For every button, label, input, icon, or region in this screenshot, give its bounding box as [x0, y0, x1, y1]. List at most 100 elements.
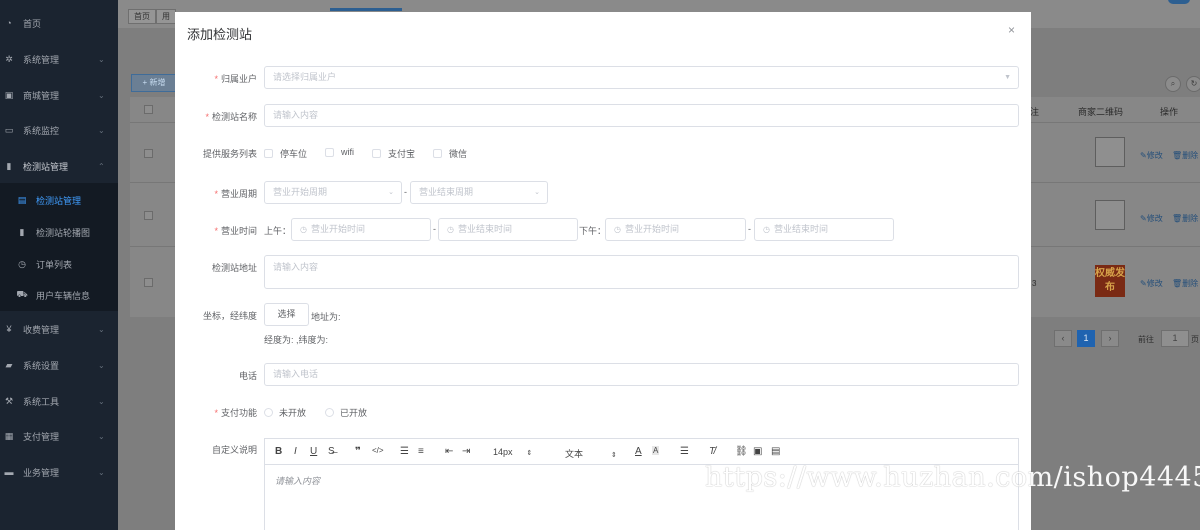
italic-icon[interactable]: I [294, 446, 297, 457]
am-start-time-input[interactable]: ◷ 营业开始时间 [291, 218, 431, 241]
sidebar-item-vehicles[interactable]: ⛟ 用户车辆信息 [0, 279, 118, 311]
sidebar-item-business[interactable]: ▬ 业务管理 ⌄ [0, 455, 118, 489]
chevron-down-icon: ⌄ [98, 91, 105, 100]
tab-user[interactable]: 用户 [156, 9, 176, 24]
payment-radio-open[interactable]: 已开放 [325, 406, 367, 419]
pay-icon: ▦ [4, 430, 14, 441]
sidebar-item-home[interactable]: ◔ 首页 [0, 6, 118, 40]
pm-end-time-input[interactable]: ◷ 营业结束时间 [754, 218, 894, 241]
row-checkbox[interactable] [144, 149, 153, 158]
bold-icon[interactable]: B [275, 446, 282, 457]
owner-select[interactable]: 请选择归属业户 ▼ [264, 66, 1019, 89]
close-icon[interactable]: × [1008, 23, 1015, 37]
link-icon[interactable]: ⛓ [735, 446, 748, 457]
row-checkbox[interactable] [144, 211, 153, 220]
code-icon[interactable]: </> [372, 446, 384, 455]
am-end-time-input[interactable]: ◷ 营业结束时间 [438, 218, 578, 241]
edit-link[interactable]: ✎修改 [1140, 150, 1163, 161]
font-size-select[interactable]: 14px ⇕ [493, 447, 532, 457]
font-color-icon[interactable]: A [635, 446, 642, 457]
sidebar-item-system[interactable]: ✲ 系统管理 ⌄ [0, 42, 118, 76]
pagination-next[interactable]: › [1101, 330, 1119, 347]
phone-input[interactable]: 请输入电话 [264, 363, 1019, 386]
address-textarea[interactable]: 请输入内容 [264, 255, 1019, 289]
station-name-input[interactable]: 请输入内容 [264, 104, 1019, 127]
tool-icon: ⚒ [4, 395, 14, 406]
row-partial-value: 3 [1032, 279, 1037, 288]
pagination-page-1[interactable]: 1 [1077, 330, 1095, 347]
pagination-prev[interactable]: ‹ [1054, 330, 1072, 347]
clock-icon: ◷ [447, 225, 454, 234]
edit-link[interactable]: ✎修改 [1140, 278, 1163, 289]
lnglat-display: 经度为: ,纬度为: [264, 335, 329, 345]
column-header-partial: 注 [1030, 107, 1040, 117]
sidebar-item-orders[interactable]: ◷ 订单列表 [0, 247, 118, 281]
pagination-goto-label: 前往 [1138, 335, 1154, 344]
delete-link[interactable]: 🗑删除 [1172, 150, 1198, 161]
outdent-icon[interactable]: ⇤ [445, 446, 453, 457]
avatar[interactable] [1168, 0, 1190, 4]
hours-separator: - [748, 224, 751, 234]
qr-code-image: 权威发布 [1095, 265, 1125, 297]
dialog-title: 添加检测站 [187, 27, 253, 42]
shop-icon: ▣ [4, 89, 14, 100]
underline-icon[interactable]: U [310, 446, 317, 457]
sidebar-item-station-manage[interactable]: ▤ 检测站管理 [0, 183, 118, 217]
chevron-down-icon: ⌄ [98, 126, 105, 135]
service-checkbox-alipay[interactable]: 支付宝 [372, 147, 415, 160]
delete-link[interactable]: 🗑删除 [1172, 278, 1198, 289]
service-checkbox-wechat[interactable]: 微信 [433, 147, 467, 160]
period-start-select[interactable]: 营业开始周期 ⌄ [264, 181, 402, 204]
sidebar-item-station-carousel[interactable]: ▮ 检测站轮播图 [0, 215, 118, 249]
sidebar-item-tools[interactable]: ⚒ 系统工具 ⌄ [0, 384, 118, 418]
pagination-goto-input[interactable]: 1 [1161, 330, 1189, 347]
address-display: 地址为: [311, 312, 341, 322]
clock-icon: ◷ [300, 225, 307, 234]
strikethrough-icon[interactable]: S̶ [328, 446, 335, 457]
select-all-checkbox[interactable] [144, 105, 153, 114]
sidebar-item-shop[interactable]: ▣ 商城管理 ⌄ [0, 78, 118, 112]
monitor-icon: ▭ [4, 124, 14, 135]
add-button[interactable]: + 新增 [131, 74, 177, 92]
service-checkbox-parking[interactable]: 停车位 [264, 147, 307, 160]
gear-icon: ✲ [5, 53, 13, 64]
ordered-list-icon[interactable]: ☰ [400, 446, 409, 457]
bullet-list-icon[interactable]: ≡ [418, 446, 424, 457]
chevron-down-icon: ⌄ [388, 189, 394, 196]
period-end-select[interactable]: 营业结束周期 ⌄ [410, 181, 548, 204]
column-header-qr: 商家二维码 [1078, 107, 1124, 117]
hours-label: * 营业时间 [214, 226, 257, 236]
sidebar-item-settings[interactable]: ▰ 系统设置 ⌄ [0, 348, 118, 382]
column-header-ops: 操作 [1160, 107, 1179, 117]
chevron-down-icon: ▼ [1004, 74, 1011, 81]
sidebar-item-station[interactable]: ▮ 检测站管理 ⌃ [0, 149, 118, 183]
pm-start-time-input[interactable]: ◷ 营业开始时间 [605, 218, 746, 241]
delete-link[interactable]: 🗑删除 [1172, 213, 1198, 224]
tab-home[interactable]: 首页 [128, 9, 156, 24]
editor-placeholder: 请输入内容 [275, 476, 321, 486]
text-style-select[interactable]: 文本 ⇕ [565, 447, 617, 460]
background-color-icon[interactable]: A [652, 446, 660, 455]
chevron-up-icon: ⌃ [98, 162, 105, 171]
indent-icon[interactable]: ⇥ [462, 446, 470, 457]
choose-location-button[interactable]: 选择 [264, 303, 309, 326]
active-tab-indicator [330, 8, 402, 11]
search-icon[interactable]: ⌕ [1165, 76, 1181, 92]
sidebar-item-payment[interactable]: ▦ 支付管理 ⌄ [0, 419, 118, 453]
chevron-down-icon: ⌄ [98, 361, 105, 370]
image-icon[interactable]: ▣ [753, 446, 762, 457]
row-checkbox[interactable] [144, 278, 153, 287]
edit-link[interactable]: ✎修改 [1140, 213, 1163, 224]
service-checkbox-wifi[interactable]: wifi [325, 147, 354, 157]
pagination-page-suffix: 页 [1191, 335, 1199, 344]
sidebar-item-fees[interactable]: ¥ 收费管理 ⌄ [0, 312, 118, 346]
chevron-down-icon: ⌄ [98, 397, 105, 406]
payment-radio-closed[interactable]: 未开放 [264, 406, 306, 419]
sidebar-item-monitor[interactable]: ▭ 系统监控 ⌄ [0, 113, 118, 147]
video-icon[interactable]: ▤ [771, 446, 780, 457]
align-icon[interactable]: ☰ [680, 446, 689, 457]
refresh-icon[interactable]: ↻ [1186, 76, 1200, 92]
clear-format-icon[interactable]: T̸ [709, 446, 715, 457]
clock-icon: ◷ [18, 258, 26, 269]
quote-icon[interactable]: ❞ [355, 446, 361, 457]
